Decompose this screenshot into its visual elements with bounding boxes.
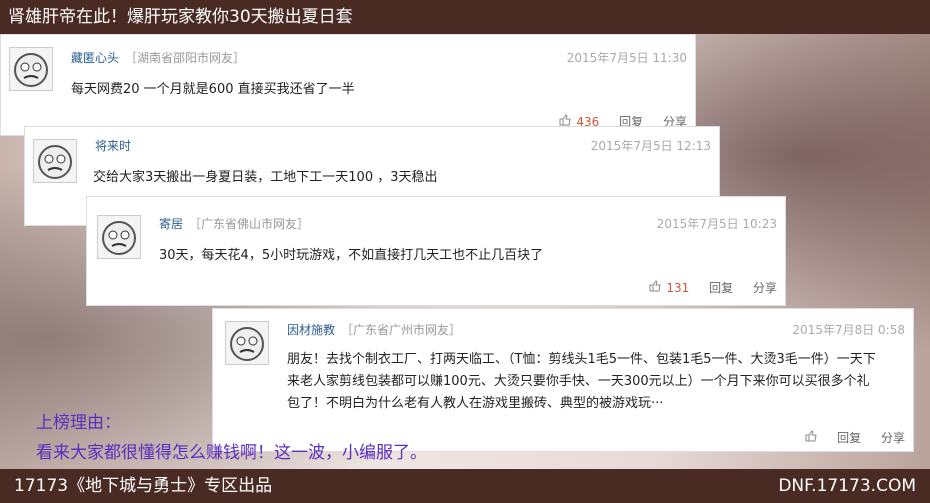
username[interactable]: 藏匿心头 <box>71 51 119 65</box>
comment-text-line: 朋友！去找个制衣工厂、打两天临工、（T恤：剪线头1毛5一件、包装1毛5一件、大烫… <box>287 352 876 367</box>
comment-time: 2015年7月5日 11:30 <box>566 51 687 65</box>
like-count: 131 <box>666 281 690 295</box>
comment-text: 30天，每天花4，5小时玩游戏，不如直接打几天工也不止几百块了 <box>159 248 544 263</box>
comment-card: 藏匿心头 ［湖南省邵阳市网友］ 2015年7月5日 11:30 每天网费20 一个… <box>0 34 696 136</box>
avatar[interactable] <box>225 321 269 365</box>
comment-text-line: 来老人家剪线包装都可以赚100元、大烫只要你手快、一天300元以上）一个月下来你… <box>287 374 870 389</box>
thumbs-up-icon[interactable] <box>559 114 571 126</box>
share-button[interactable]: 分享 <box>753 281 777 295</box>
footer-credit: 17173《地下城与勇士》专区出品 <box>14 476 273 496</box>
avatar[interactable] <box>97 215 141 259</box>
comment-time: 2015年7月5日 10:23 <box>656 217 777 231</box>
reply-button[interactable]: 回复 <box>709 281 733 295</box>
comment-text: 交给大家3天搬出一身夏日装，工地下工一天100 ，3天稳出 <box>93 170 438 185</box>
user-location: ［广东省广州市网友］ <box>341 323 462 337</box>
username[interactable]: 寄居 <box>159 217 183 231</box>
comment-card: 寄居 ［广东省佛山市网友］ 2015年7月5日 10:23 30天，每天花4，5小… <box>86 196 786 306</box>
user-location: ［广东省佛山市网友］ <box>189 217 310 231</box>
comment-card: 因材施教 ［广东省广州市网友］ 2015年7月8日 0:58 朋友！去找个制衣工厂… <box>212 308 914 452</box>
avatar[interactable] <box>9 47 53 91</box>
footer-bar: 17173《地下城与勇士》专区出品 DNF.17173.COM <box>0 469 930 503</box>
username[interactable]: 将来时 <box>95 139 131 153</box>
face-icon <box>230 327 264 361</box>
comment-time: 2015年7月5日 12:13 <box>590 139 711 153</box>
comment-time: 2015年7月8日 0:58 <box>792 323 905 337</box>
face-icon <box>102 221 136 255</box>
face-icon <box>14 53 48 87</box>
reason-title: 上榜理由： <box>36 413 121 433</box>
avatar[interactable] <box>33 139 77 183</box>
username[interactable]: 因材施教 <box>287 323 335 337</box>
page-title: 肾雄肝帝在此！爆肝玩家教你30天搬出夏日套 <box>0 0 930 34</box>
user-location: ［湖南省邵阳市网友］ <box>125 51 246 65</box>
comment-text-line: 包了！不明白为什么老有人教人在游戏里搬砖、典型的被游戏玩··· <box>287 396 664 411</box>
thumbs-up-icon[interactable] <box>649 280 661 292</box>
thumbs-up-icon[interactable] <box>805 430 817 442</box>
share-button[interactable]: 分享 <box>881 431 905 445</box>
reply-button[interactable]: 回复 <box>837 431 861 445</box>
comment-text: 朋友！去找个制衣工厂、打两天临工、（T恤：剪线头1毛5一件、包装1毛5一件、大烫… <box>287 349 876 415</box>
comment-text: 每天网费20 一个月就是600 直接买我还省了一半 <box>71 82 355 97</box>
footer-site[interactable]: DNF.17173.COM <box>778 469 916 503</box>
reason-body: 看来大家都很懂得怎么赚钱啊！这一波，小编服了。 <box>36 443 427 463</box>
face-icon <box>38 145 72 179</box>
